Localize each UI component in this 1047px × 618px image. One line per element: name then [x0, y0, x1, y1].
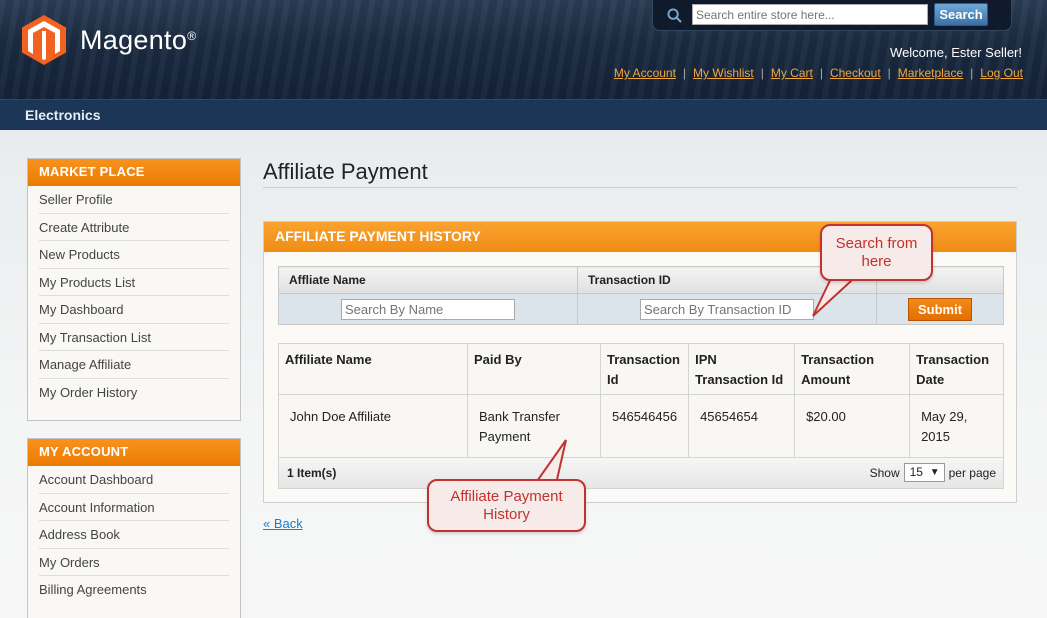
show-label: Show	[869, 465, 900, 480]
dropdown-arrow-icon: ▼	[929, 467, 940, 478]
sidebar-item-my-products-list[interactable]: My Products List	[39, 269, 229, 296]
sidebar-item-my-transaction-list[interactable]: My Transaction List	[39, 324, 229, 351]
column-header-transaction-date[interactable]: Transaction Date	[909, 343, 1004, 395]
link-my-account[interactable]: My Account	[614, 66, 676, 80]
nav-item-electronics[interactable]: Electronics	[25, 107, 100, 123]
separator: |	[760, 66, 764, 80]
category-nav: Electronics	[0, 99, 1047, 130]
sidebar-item-account-dashboard[interactable]: Account Dashboard	[39, 466, 229, 494]
filter-header-name: Affliate Name	[278, 266, 578, 294]
magento-logo-icon	[22, 15, 66, 65]
table-row: John Doe Affiliate Bank Transfer Payment…	[278, 394, 1004, 458]
separator: |	[887, 66, 891, 80]
separator: |	[682, 66, 687, 80]
submit-button[interactable]: Submit	[908, 297, 972, 321]
cell-transaction-amount: $20.00	[794, 394, 911, 458]
link-checkout[interactable]: Checkout	[830, 66, 881, 80]
per-page-value: 15	[909, 465, 923, 479]
link-my-wishlist[interactable]: My Wishlist	[693, 66, 754, 80]
sidebar-item-account-information[interactable]: Account Information	[39, 494, 229, 521]
cell-affiliate-name: John Doe Affiliate	[278, 394, 468, 458]
filter-cell-name	[278, 293, 578, 325]
cell-ipn-transaction-id: 45654654	[688, 394, 796, 458]
link-log-out[interactable]: Log Out	[980, 66, 1023, 80]
magento-logo[interactable]: Magento®	[22, 15, 196, 65]
brand-name: Magento®	[80, 24, 197, 55]
title-divider	[263, 187, 1017, 188]
my-account-block-title: MY ACCOUNT	[28, 439, 240, 466]
top-links: My Account | My Wishlist | My Cart | Checko…	[614, 66, 1023, 80]
marketplace-block: MARKET PLACE Seller Profile Create Attri…	[27, 158, 241, 421]
payment-history-table: Affiliate Name Paid By Transaction Id IP…	[278, 343, 1004, 458]
affiliate-name-search-input[interactable]	[341, 298, 515, 320]
back-link[interactable]: « Back	[263, 516, 303, 531]
search-callout: Search from here	[820, 224, 933, 281]
sidebar-item-address-book[interactable]: Address Book	[39, 521, 229, 549]
search-bar: Search	[652, 0, 1012, 31]
column-header-ipn-transaction-id[interactable]: IPN Transaction Id	[688, 343, 796, 395]
marketplace-menu: Seller Profile Create Attribute New Prod…	[28, 186, 240, 406]
per-page-label: per page	[948, 465, 996, 480]
pager-limit: Show 15 ▼ per page	[870, 463, 996, 482]
cell-transaction-date: May 29, 2015	[909, 394, 1004, 458]
separator: |	[819, 66, 823, 80]
link-my-cart[interactable]: My Cart	[771, 66, 813, 80]
per-page-select[interactable]: 15 ▼	[903, 463, 945, 482]
sidebar-item-my-order-history[interactable]: My Order History	[39, 379, 229, 407]
sidebar-item-manage-affiliate[interactable]: Manage Affiliate	[39, 351, 229, 379]
item-count: 1 Item(s)	[287, 466, 337, 480]
page-title: Affiliate Payment	[263, 159, 428, 184]
site-header: Magento® Search Welcome, Ester Seller! M…	[0, 0, 1047, 99]
transaction-id-search-input[interactable]	[640, 298, 814, 320]
store-search-input[interactable]	[692, 4, 928, 25]
sidebar-item-seller-profile[interactable]: Seller Profile	[39, 186, 229, 214]
sidebar-item-my-dashboard[interactable]: My Dashboard	[39, 296, 229, 324]
sidebar-item-billing-agreements[interactable]: Billing Agreements	[39, 576, 229, 604]
table-header-row: Affiliate Name Paid By Transaction Id IP…	[278, 343, 1004, 395]
column-header-transaction-id[interactable]: Transaction Id	[599, 343, 690, 395]
separator: |	[970, 66, 974, 80]
sidebar-item-my-orders[interactable]: My Orders	[39, 549, 229, 576]
filter-cell-submit: Submit	[876, 293, 1004, 325]
search-button[interactable]: Search	[934, 3, 988, 26]
marketplace-block-title: MARKET PLACE	[28, 159, 240, 186]
column-header-paid-by[interactable]: Paid By	[467, 343, 601, 395]
history-callout: Affiliate Payment History	[427, 479, 586, 532]
link-marketplace[interactable]: Marketplace	[898, 66, 963, 80]
my-account-block: MY ACCOUNT Account Dashboard Account Inf…	[27, 438, 241, 618]
column-header-transaction-amount[interactable]: Transaction Amount	[794, 343, 911, 395]
pager: 1 Item(s) Show 15 ▼ per page	[278, 458, 1004, 489]
sidebar-item-new-products[interactable]: New Products	[39, 241, 229, 269]
sidebar-item-create-attribute[interactable]: Create Attribute	[39, 214, 229, 241]
welcome-message: Welcome, Ester Seller!	[890, 45, 1022, 60]
search-icon	[667, 8, 682, 23]
cell-transaction-id: 546546456	[599, 394, 690, 458]
my-account-menu: Account Dashboard Account Information Ad…	[28, 466, 240, 604]
column-header-affiliate-name[interactable]: Affiliate Name	[278, 343, 468, 395]
